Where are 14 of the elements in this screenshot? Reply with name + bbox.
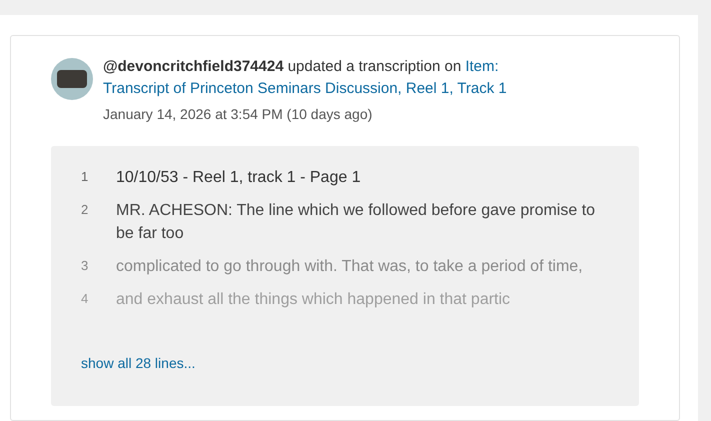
item-link[interactable]: Transcript of Princeton Seminars Discussion, Reel 1, Track 1 bbox=[103, 80, 507, 97]
activity-summary: @devoncritchfield374424 updated a transcription on Item: Transcript of Princeton Seminars Discussion, Reel 1, Track 1 bbox=[103, 57, 508, 99]
line-number: 1 bbox=[81, 168, 90, 186]
item-link[interactable]: Item: bbox=[465, 58, 499, 75]
transcript-line: MR. ACHESON: The line which we followed before gave promise to be far too bbox=[116, 201, 596, 244]
transcript-line: and exhaust all the things which happened in that partic bbox=[116, 290, 512, 310]
timestamp: January 14, 2026 at 3:54 PM (10 days ago) bbox=[103, 105, 374, 124]
transcript-line: 10/10/53 - Reel 1, track 1 - Page 1 bbox=[116, 168, 362, 188]
line-number: 2 bbox=[81, 201, 90, 219]
show-all-link[interactable]: show all 28 lines... bbox=[81, 353, 639, 374]
line-number: 4 bbox=[81, 290, 90, 308]
transcript-line: complicated to go through with. That was, to take a period of time, bbox=[116, 257, 584, 277]
line-number: 3 bbox=[81, 257, 90, 275]
avatar-icon bbox=[51, 58, 93, 100]
